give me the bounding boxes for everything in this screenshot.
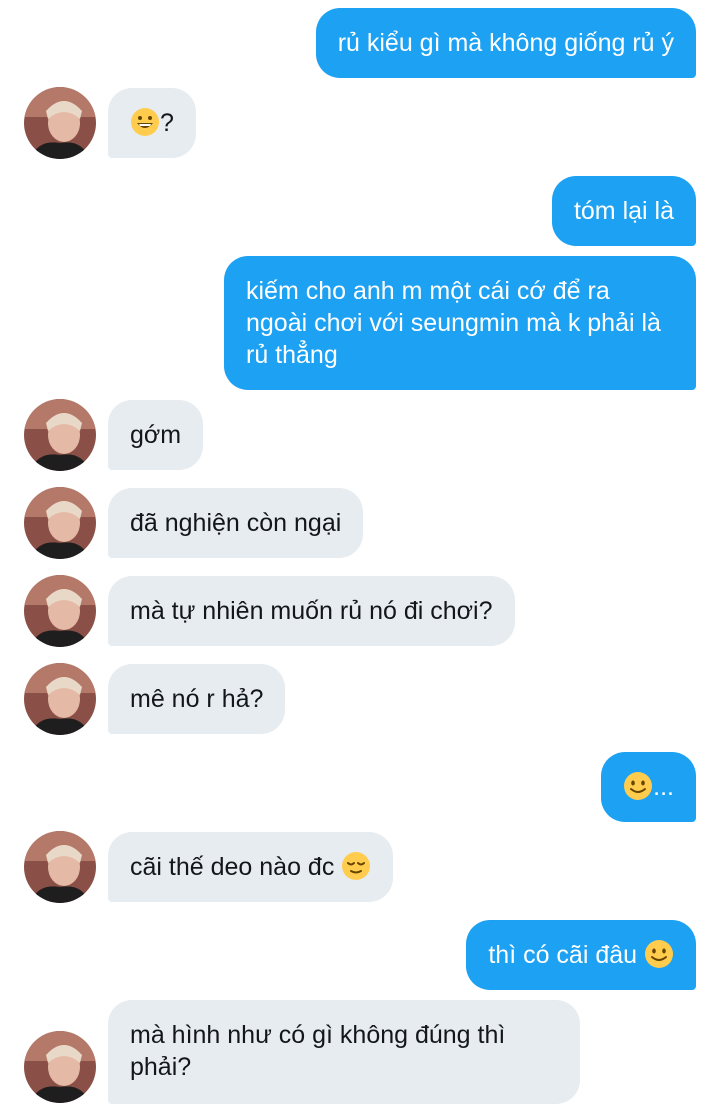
message-text: ... <box>653 773 674 801</box>
received-message-bubble[interactable]: cãi thế deo nào đc <box>108 832 394 902</box>
avatar-photo <box>24 831 96 903</box>
sent-message-bubble[interactable]: thì có cãi đâu <box>466 920 696 990</box>
avatar[interactable] <box>24 575 96 647</box>
message-text: thì có cãi đâu <box>488 941 644 969</box>
sent-message-bubble[interactable]: tóm lại là <box>551 176 696 246</box>
received-message-bubble[interactable]: mà tự nhiên muốn rủ nó đi chơi? <box>108 576 515 646</box>
slightly-smiling-face-icon <box>644 939 674 977</box>
avatar-photo <box>24 399 96 471</box>
avatar[interactable] <box>24 663 96 735</box>
message-text: rủ kiểu gì mà không giống rủ ý <box>337 29 674 57</box>
grinning-face-icon <box>130 107 160 145</box>
relieved-face-icon <box>341 851 371 889</box>
received-message-bubble[interactable]: mà hình như có gì không đúng thì phải? <box>108 1000 580 1104</box>
sent-message-bubble[interactable]: ... <box>601 752 696 822</box>
avatar-photo <box>24 487 96 559</box>
avatar[interactable] <box>24 831 96 903</box>
message-text: mê nó r hả? <box>130 685 264 713</box>
avatar-photo <box>24 575 96 647</box>
avatar-photo <box>24 1031 96 1103</box>
received-message-bubble[interactable]: mê nó r hả? <box>108 664 286 734</box>
received-message-bubble[interactable]: ? <box>108 88 196 158</box>
message-text: gớm <box>130 421 182 449</box>
received-message-bubble[interactable]: gớm <box>108 400 204 470</box>
sent-message-bubble[interactable]: kiếm cho anh m một cái cớ để ra ngoài ch… <box>224 256 696 390</box>
avatar[interactable] <box>24 1031 96 1103</box>
slightly-smiling-face-icon <box>623 771 653 809</box>
message-text: kiếm cho anh m một cái cớ để ra ngoài ch… <box>246 277 661 369</box>
avatar[interactable] <box>24 87 96 159</box>
message-text: mà tự nhiên muốn rủ nó đi chơi? <box>130 597 493 625</box>
avatar[interactable] <box>24 487 96 559</box>
received-message-bubble[interactable]: đã nghiện còn ngại <box>108 488 364 558</box>
sent-message-bubble[interactable]: rủ kiểu gì mà không giống rủ ý <box>315 8 696 78</box>
message-text: đã nghiện còn ngại <box>130 509 342 537</box>
message-text: ? <box>160 109 174 137</box>
message-text: cãi thế deo nào đc <box>130 853 342 881</box>
chat-conversation: rủ kiểu gì mà không giống rủ ý ? tóm lại… <box>0 0 720 1114</box>
avatar[interactable] <box>24 399 96 471</box>
message-text: tóm lại là <box>573 197 674 225</box>
message-text: mà hình như có gì không đúng thì phải? <box>130 1021 506 1081</box>
avatar-photo <box>24 87 96 159</box>
avatar-photo <box>24 663 96 735</box>
